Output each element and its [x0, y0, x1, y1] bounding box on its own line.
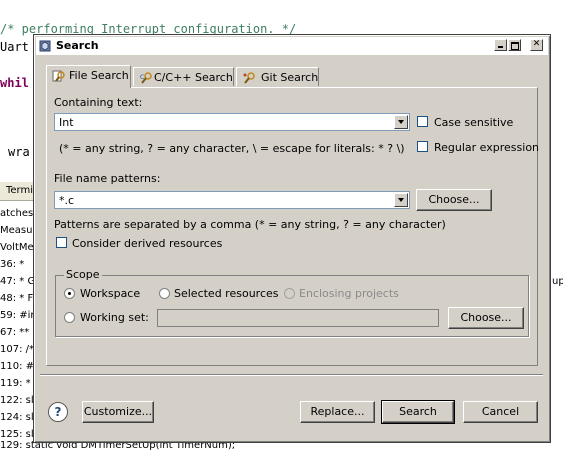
- tab-file-search[interactable]: File Search: [46, 65, 131, 88]
- code-line-while: whil: [0, 76, 29, 90]
- minimize-icon: [498, 46, 503, 48]
- containing-text-combo[interactable]: Int: [54, 113, 410, 131]
- minimize-button[interactable]: [494, 39, 507, 51]
- console-line: 110: #: [0, 361, 35, 372]
- patterns-hint: Patterns are separated by a comma (* = a…: [54, 218, 446, 231]
- console-line: atches: [0, 208, 34, 219]
- console-line: 67: **: [0, 327, 30, 338]
- code-line-uart: Uart: [0, 40, 29, 54]
- containing-text-label: Containing text:: [54, 96, 143, 109]
- file-patterns-value[interactable]: *.c: [59, 194, 74, 207]
- maximize-button[interactable]: [508, 39, 521, 51]
- search-dialog: Search ✕ File Search C C/C++ Search Git …: [33, 34, 551, 443]
- selected-resources-radio[interactable]: [159, 288, 170, 299]
- search-button[interactable]: Search: [381, 400, 455, 424]
- choose-working-set-button[interactable]: Choose...: [448, 307, 524, 329]
- dialog-separator: [40, 374, 543, 376]
- console-line: 125: sl: [0, 429, 34, 440]
- workspace-label: Workspace: [80, 287, 141, 300]
- chevron-down-icon[interactable]: [394, 193, 408, 207]
- title-bar[interactable]: Search ✕: [36, 37, 548, 56]
- tab-cpp-search[interactable]: C C/C++ Search: [133, 67, 234, 86]
- git-search-icon: [243, 72, 255, 84]
- file-search-icon: [52, 70, 65, 82]
- customize-button[interactable]: Customize...: [82, 401, 154, 423]
- cpp-search-icon: C: [140, 72, 152, 84]
- derived-resources-checkbox[interactable]: [56, 237, 67, 248]
- scope-title: Scope: [64, 268, 102, 281]
- tab-file-search-label: File Search: [69, 69, 129, 82]
- console-line: 47: * G: [0, 276, 36, 287]
- console-line: 122: sl: [0, 395, 34, 406]
- console-tab-label: Termi: [6, 185, 34, 196]
- console-line: 48: * F: [0, 293, 34, 304]
- selected-resources-label: Selected resources: [174, 287, 279, 300]
- console-line: 36: *: [0, 259, 25, 270]
- derived-resources-label: Consider derived resources: [72, 237, 223, 250]
- eclipse-search-icon: [39, 40, 51, 52]
- choose-patterns-button[interactable]: Choose...: [416, 189, 492, 211]
- console-line: 107: /*: [0, 344, 35, 355]
- file-patterns-label: File name patterns:: [54, 172, 161, 185]
- case-sensitive-checkbox[interactable]: [417, 116, 428, 127]
- case-sensitive-label: Case sensitive: [434, 116, 514, 129]
- workspace-radio[interactable]: [64, 288, 75, 299]
- close-icon: ✕: [532, 39, 541, 49]
- background-right-text: up: [552, 276, 563, 287]
- cancel-button[interactable]: Cancel: [463, 401, 538, 423]
- dialog-title: Search: [56, 39, 99, 52]
- containing-text-value[interactable]: Int: [59, 116, 74, 129]
- console-line: 119: *: [0, 378, 31, 389]
- chevron-down-icon[interactable]: [394, 115, 408, 129]
- regex-label: Regular expression: [434, 141, 540, 154]
- console-line: Measur: [0, 225, 37, 236]
- tab-git-search[interactable]: Git Search: [236, 67, 319, 86]
- working-set-label: Working set:: [80, 311, 149, 324]
- console-tab[interactable]: Termi: [0, 182, 36, 201]
- help-icon[interactable]: ?: [48, 402, 68, 422]
- tab-git-search-label: Git Search: [261, 71, 319, 84]
- close-button[interactable]: ✕: [530, 39, 543, 51]
- maximize-icon: [511, 42, 519, 50]
- enclosing-projects-label: Enclosing projects: [299, 287, 399, 300]
- console-line: 124: sl: [0, 412, 34, 423]
- wildcard-hint: (* = any string, ? = any character, \ = …: [59, 142, 405, 155]
- tab-cpp-search-label: C/C++ Search: [154, 71, 233, 84]
- svg-text:C: C: [140, 74, 144, 81]
- regex-checkbox[interactable]: [417, 141, 428, 152]
- working-set-radio[interactable]: [64, 312, 75, 323]
- file-patterns-combo[interactable]: *.c: [54, 191, 410, 209]
- enclosing-projects-radio: [284, 288, 295, 299]
- replace-button[interactable]: Replace...: [300, 401, 375, 423]
- console-line: 59: #ir: [0, 310, 35, 321]
- code-line-wra: wra: [8, 145, 30, 159]
- working-set-field: [157, 309, 439, 327]
